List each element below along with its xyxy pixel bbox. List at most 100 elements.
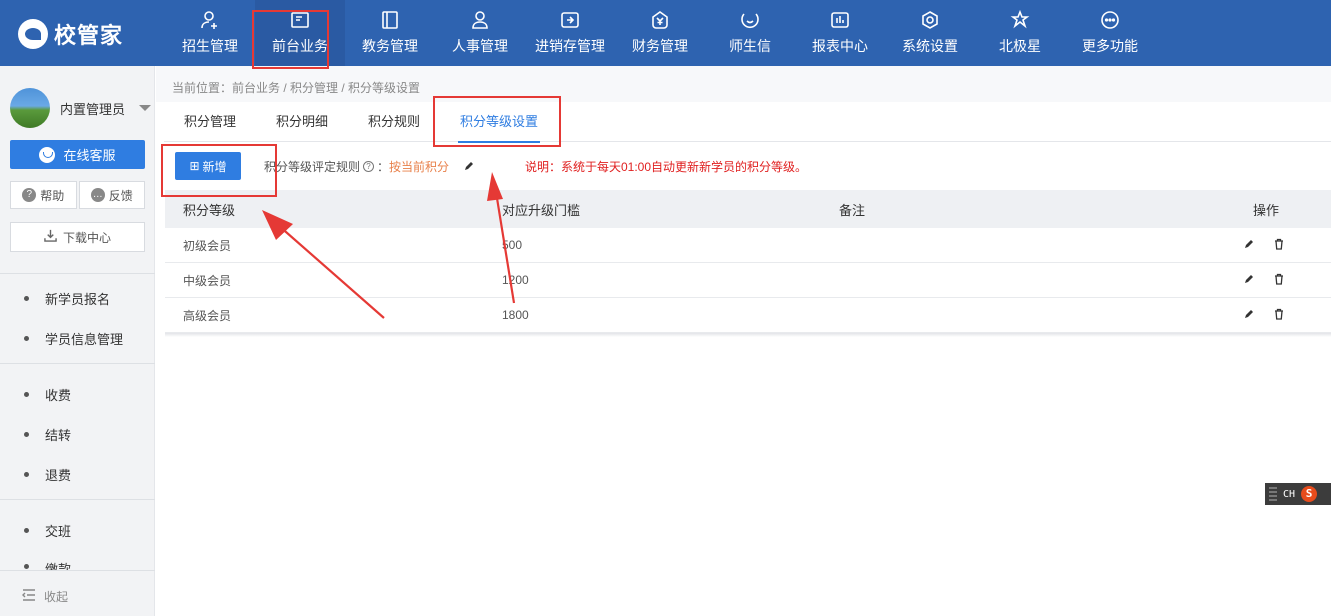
bullet bbox=[24, 432, 29, 437]
delete-icon[interactable] bbox=[1273, 238, 1285, 253]
sidebar-divider bbox=[0, 363, 155, 364]
feedback-button[interactable]: … 反馈 bbox=[78, 181, 145, 209]
nav-item-reports[interactable]: 报表中心 bbox=[795, 0, 885, 66]
main-nav: 招生管理 前台业务 教务管理 人事管理 进销存管理 财务管理 师生信 报表中心 bbox=[165, 0, 1155, 66]
nav-item-inventory[interactable]: 进销存管理 bbox=[525, 0, 615, 66]
tab-points-management[interactable]: 积分管理 bbox=[164, 102, 256, 142]
sidebar-item-new-student-signup[interactable]: 新学员报名 bbox=[24, 289, 110, 308]
user-name: 内置管理员 bbox=[60, 101, 126, 117]
help-label: 帮助 bbox=[40, 188, 65, 203]
tab-points-level-settings[interactable]: 积分等级设置 bbox=[440, 102, 558, 143]
cell-level: 高级会员 bbox=[183, 308, 232, 323]
online-service-button[interactable]: 在线客服 bbox=[10, 140, 145, 169]
tab-points-details[interactable]: 积分明细 bbox=[256, 102, 348, 142]
help-circle-icon[interactable]: ? bbox=[363, 161, 375, 172]
chevron-down-icon bbox=[139, 105, 152, 111]
nav-item-polaris[interactable]: 北极星 bbox=[975, 0, 1065, 66]
book-icon bbox=[380, 10, 400, 30]
sidebar-item-label: 学员信息管理 bbox=[45, 332, 124, 347]
main-content: 当前位置：前台业务 / 积分管理 / 积分等级设置 积分管理 积分明细 积分规则… bbox=[156, 66, 1331, 616]
sidebar-item-carryover[interactable]: 结转 bbox=[24, 425, 71, 444]
nav-item-settings[interactable]: 系统设置 bbox=[885, 0, 975, 66]
nav-label: 前台业务 bbox=[272, 38, 328, 54]
cell-actions bbox=[1229, 238, 1331, 253]
nav-item-hr[interactable]: 人事管理 bbox=[435, 0, 525, 66]
sidebar-item-refund[interactable]: 退费 bbox=[24, 465, 71, 484]
collapse-sidebar-button[interactable]: 收起 bbox=[22, 588, 68, 605]
sidebar-divider bbox=[0, 273, 155, 274]
level-rule-value: 按当前积分 bbox=[389, 160, 450, 174]
feedback-icon: … bbox=[90, 188, 105, 202]
desk-icon bbox=[290, 10, 310, 30]
update-note: 说明：系统于每天01:00自动更新新学员的积分等级。 bbox=[525, 160, 808, 174]
ime-toolbar[interactable]: CH S bbox=[1265, 483, 1331, 505]
nav-item-academic[interactable]: 教务管理 bbox=[345, 0, 435, 66]
chat-icon bbox=[740, 10, 760, 30]
nav-label: 系统设置 bbox=[902, 38, 958, 54]
top-nav-bar: 校管家 招生管理 前台业务 教务管理 人事管理 进销存管理 财务管理 师生信 报… bbox=[0, 0, 1331, 66]
nav-label: 进销存管理 bbox=[535, 38, 605, 54]
bullet bbox=[24, 528, 29, 533]
sidebar-item-charge[interactable]: 收费 bbox=[24, 385, 71, 404]
help-button[interactable]: ? 帮助 bbox=[10, 181, 77, 209]
nav-label: 报表中心 bbox=[812, 38, 868, 54]
nav-label: 师生信 bbox=[729, 38, 771, 54]
tab-bar: 积分管理 积分明细 积分规则 积分等级设置 bbox=[164, 102, 1331, 143]
sidebar-item-shift-handover[interactable]: 交班 bbox=[24, 521, 71, 540]
table-header: 积分等级 对应升级门槛 备注 操作 bbox=[165, 190, 1331, 228]
table-row: 初级会员 500 bbox=[165, 228, 1331, 263]
sidebar-item-label: 交班 bbox=[45, 524, 72, 539]
app-logo[interactable]: 校管家 bbox=[18, 18, 123, 50]
colon: ： bbox=[377, 160, 390, 174]
question-icon: ? bbox=[22, 188, 37, 202]
sidebar-item-label: 新学员报名 bbox=[45, 292, 111, 307]
edit-rule-icon[interactable] bbox=[463, 160, 475, 175]
sidebar-item-payment[interactable]: 缴款 bbox=[24, 559, 71, 570]
nav-item-more[interactable]: 更多功能 bbox=[1065, 0, 1155, 66]
header-actions: 操作 bbox=[1253, 202, 1280, 218]
download-center-label: 下载中心 bbox=[62, 230, 111, 245]
more-icon bbox=[1100, 10, 1120, 30]
sidebar-item-student-info[interactable]: 学员信息管理 bbox=[24, 329, 123, 348]
help-feedback-row: ? 帮助 … 反馈 bbox=[10, 181, 145, 209]
tab-points-rules[interactable]: 积分规则 bbox=[348, 102, 440, 142]
nav-label: 北极星 bbox=[999, 38, 1041, 54]
breadcrumb: 当前位置：前台业务 / 积分管理 / 积分等级设置 bbox=[172, 81, 421, 95]
sidebar-divider bbox=[0, 499, 155, 500]
edit-icon[interactable] bbox=[1243, 308, 1255, 323]
add-icon: ⊞ bbox=[189, 159, 200, 173]
cell-actions bbox=[1229, 273, 1331, 288]
nav-label: 人事管理 bbox=[452, 38, 508, 54]
person-icon bbox=[470, 10, 490, 30]
nav-item-enrollment[interactable]: 招生管理 bbox=[165, 0, 255, 66]
star-icon bbox=[1010, 9, 1030, 30]
add-button[interactable]: ⊞ 新增 bbox=[175, 152, 241, 180]
table-row: 中级会员 1200 bbox=[165, 263, 1331, 298]
delete-icon[interactable] bbox=[1273, 273, 1285, 288]
delete-icon[interactable] bbox=[1273, 308, 1285, 323]
sidebar-item-label: 结转 bbox=[45, 428, 72, 443]
edit-icon[interactable] bbox=[1243, 238, 1255, 253]
logo-mark-icon bbox=[18, 19, 48, 49]
inventory-icon bbox=[560, 10, 580, 30]
download-center-button[interactable]: 下载中心 bbox=[10, 222, 145, 252]
sogou-logo-icon: S bbox=[1301, 486, 1318, 502]
settings-icon bbox=[920, 10, 940, 30]
collapse-icon bbox=[22, 589, 36, 604]
edit-icon[interactable] bbox=[1243, 273, 1255, 288]
table-row: 高级会员 1800 bbox=[165, 298, 1331, 333]
nav-item-finance[interactable]: 财务管理 bbox=[615, 0, 705, 66]
sidebar-divider bbox=[0, 570, 155, 571]
cell-level: 中级会员 bbox=[183, 273, 232, 288]
nav-item-front-desk[interactable]: 前台业务 bbox=[255, 0, 345, 66]
nav-label: 更多功能 bbox=[1082, 38, 1138, 54]
user-menu[interactable]: 内置管理员 bbox=[10, 88, 152, 128]
nav-item-messages[interactable]: 师生信 bbox=[705, 0, 795, 66]
table-bottom-shadow bbox=[165, 333, 1331, 337]
bullet bbox=[24, 472, 29, 477]
toolbar: ⊞ 新增 积分等级评定规则 ? ： 按当前积分 说明：系统于每天01:00自动更… bbox=[175, 152, 1325, 182]
level-rule-label: 积分等级评定规则 ? ： bbox=[264, 158, 389, 175]
drag-handle-icon[interactable] bbox=[1269, 487, 1277, 501]
bullet bbox=[24, 564, 29, 569]
cell-threshold: 1800 bbox=[502, 308, 529, 322]
